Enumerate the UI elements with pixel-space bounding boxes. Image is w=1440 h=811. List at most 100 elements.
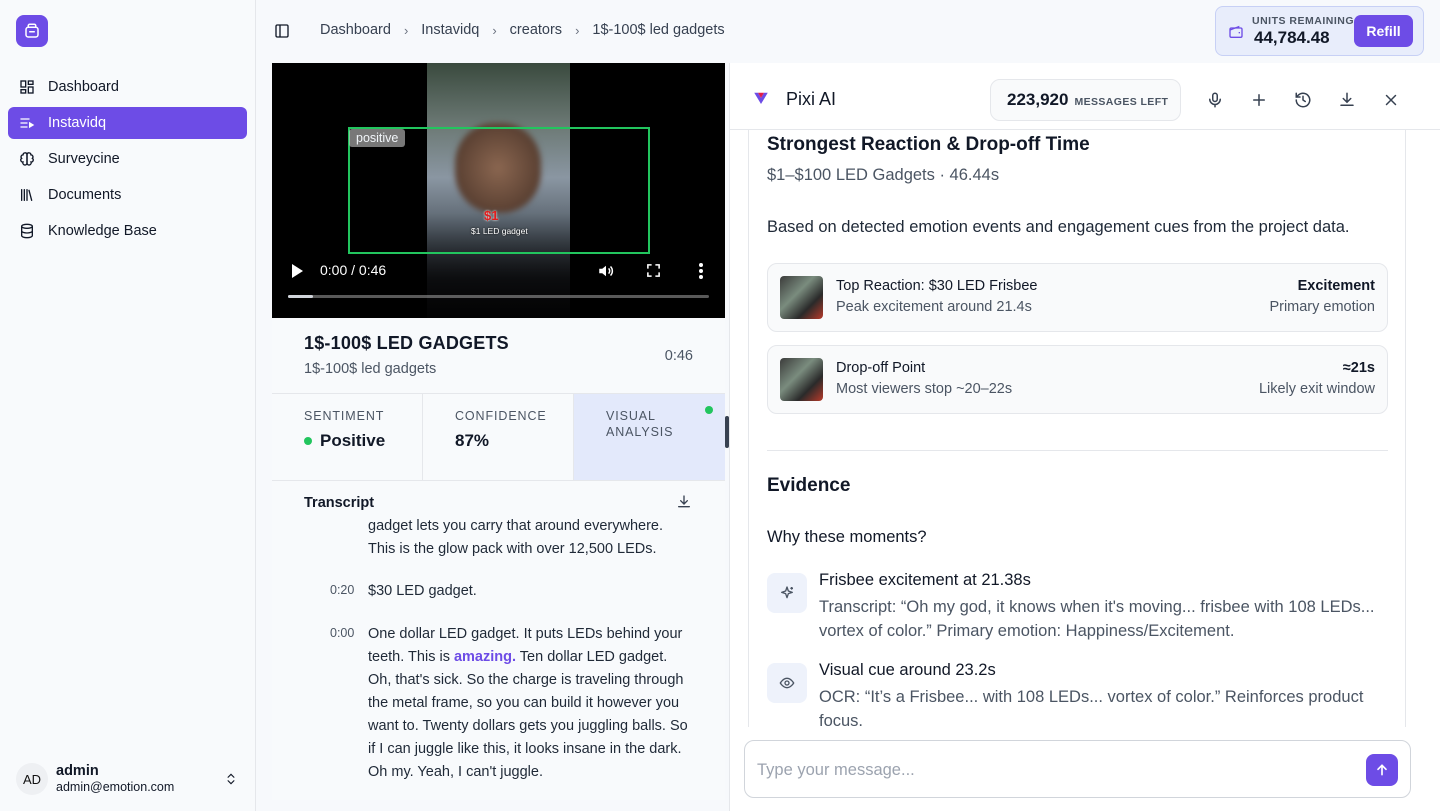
sentiment-value: Positive [320, 431, 386, 450]
sidebar-toggle-icon[interactable] [274, 23, 290, 44]
evidence-text: Transcript: “Oh my god, it knows when it… [819, 598, 1375, 640]
send-button[interactable] [1366, 754, 1398, 786]
download-icon[interactable] [676, 494, 692, 515]
response-heading: Strongest Reaction & Drop-off Time [767, 134, 1090, 155]
app-logo[interactable] [16, 15, 48, 47]
video-progress-fill [288, 295, 314, 298]
card-subtitle: Peak excitement around 21.4s [836, 299, 1032, 315]
transcript-list: gadget lets you carry that around everyw… [272, 519, 725, 800]
breadcrumb: Dashboard › Instavidq › creators › 1$-10… [320, 22, 725, 38]
stat-label: CONFIDENCE [455, 409, 547, 423]
response-subheading: $1–$100 LED Gadgets · 46.44s [767, 166, 1000, 184]
list-video-icon [19, 115, 35, 131]
sidebar-item-label: Knowledge Base [48, 223, 157, 239]
video-player[interactable]: $1 $1 LED gadget positive 0:00 / 0:46 [272, 63, 725, 318]
breadcrumb-item[interactable]: creators [510, 22, 562, 38]
confidence-value: 87% [455, 431, 490, 450]
chevron-right-icon: › [492, 22, 497, 38]
pixi-header: Pixi AI 223,920 MESSAGES LEFT [730, 63, 1440, 130]
chevron-right-icon: › [575, 22, 580, 38]
library-icon [19, 187, 35, 203]
avatar: AD [16, 763, 48, 795]
messages-left-badge: 223,920 MESSAGES LEFT [990, 79, 1181, 121]
card-right-subtitle: Primary emotion [1269, 299, 1375, 315]
volume-icon[interactable] [597, 262, 615, 285]
insight-card[interactable]: Drop-off Point Most viewers stop ~20–22s… [767, 345, 1388, 414]
play-icon[interactable] [290, 263, 304, 284]
stats-row: SENTIMENT Positive CONFIDENCE 87% VISUAL… [272, 393, 725, 481]
more-vertical-icon[interactable] [698, 262, 704, 285]
download-icon[interactable] [1338, 91, 1356, 114]
pixi-title: Pixi AI [786, 89, 837, 109]
microphone-icon[interactable] [1206, 91, 1224, 114]
stat-label: SENTIMENT [304, 409, 385, 423]
fullscreen-icon[interactable] [646, 263, 661, 283]
transcript-time[interactable]: 0:00 [330, 626, 354, 640]
visual-analysis-tab[interactable]: VISUAL ANALYSIS [574, 394, 725, 480]
video-time: 0:00 / 0:46 [320, 262, 387, 278]
transcript-text: $30 LED gadget. [368, 583, 477, 599]
sidebar-nav: Dashboard Instavidq Surveycine Documents… [8, 71, 247, 251]
messages-left-label: MESSAGES LEFT [1074, 96, 1169, 108]
sidebar-item-instavidq[interactable]: Instavidq [8, 107, 247, 139]
insight-card[interactable]: Top Reaction: $30 LED Frisbee Peak excit… [767, 263, 1388, 332]
pixi-response: Strongest Reaction & Drop-off Time $1–$1… [748, 130, 1406, 727]
video-duration: 0:46 [664, 348, 693, 364]
close-icon[interactable] [1382, 91, 1400, 114]
evidence-text: OCR: “It’s a Frisbee... with 108 LEDs...… [819, 688, 1364, 727]
card-subtitle: Most viewers stop ~20–22s [836, 381, 1013, 397]
chat-input[interactable] [757, 758, 1347, 782]
video-thumbnail [780, 358, 823, 401]
emotion-highlight[interactable]: amazing. [454, 649, 516, 665]
sidebar-item-dashboard[interactable]: Dashboard [8, 71, 247, 103]
sidebar-item-label: Surveycine [48, 151, 120, 167]
sidebar-item-knowledge-base[interactable]: Knowledge Base [8, 215, 247, 247]
evidence-title: Frisbee excitement at 21.38s [819, 571, 1031, 589]
status-dot [705, 406, 713, 414]
card-right-title: Excitement [1297, 278, 1375, 294]
video-detail-panel: $1 $1 LED gadget positive 0:00 / 0:46 1$… [272, 63, 725, 800]
breadcrumb-item[interactable]: Dashboard [320, 22, 391, 38]
chevron-right-icon: › [403, 22, 409, 38]
sidebar-item-label: Instavidq [48, 115, 107, 131]
detection-tag: positive [349, 129, 406, 147]
history-icon[interactable] [1294, 91, 1312, 114]
refill-button[interactable]: Refill [1354, 15, 1413, 47]
video-subtitle: 1$-100$ led gadgets [304, 361, 437, 377]
transcript-time[interactable]: 0:20 [330, 583, 354, 597]
sentiment-stat: SENTIMENT Positive [272, 394, 423, 480]
database-icon [19, 223, 35, 239]
transcript-text-part: Ten dollar LED gadget. Oh, that's sick. … [368, 649, 688, 780]
sparkles-icon [767, 573, 807, 613]
sidebar-item-documents[interactable]: Documents [8, 179, 247, 211]
pixi-ai-panel: Pixi AI 223,920 MESSAGES LEFT Strongest … [729, 63, 1440, 811]
units-value: 44,784.48 [1254, 28, 1330, 47]
pixi-logo-icon [752, 89, 770, 112]
messages-left-value: 223,920 [1007, 90, 1069, 109]
sidebar-item-surveycine[interactable]: Surveycine [8, 143, 247, 175]
card-right-subtitle: Likely exit window [1258, 381, 1375, 397]
plus-icon[interactable] [1250, 91, 1268, 114]
user-email: admin@emotion.com [56, 780, 175, 795]
video-progress-bar[interactable] [288, 295, 709, 298]
status-dot [304, 437, 312, 445]
breadcrumb-current: 1$-100$ led gadgets [592, 22, 725, 38]
user-menu[interactable]: AD admin admin@emotion.com [16, 761, 244, 797]
chevrons-up-down-icon [224, 771, 238, 792]
top-bar: Dashboard › Instavidq › creators › 1$-10… [256, 0, 1440, 62]
user-name: admin [56, 762, 99, 779]
confidence-stat: CONFIDENCE 87% [423, 394, 574, 480]
response-paragraph: Based on detected emotion events and eng… [767, 218, 1350, 236]
brain-icon [19, 151, 35, 167]
eye-icon [767, 663, 807, 703]
units-remaining: UNITS REMAINING 44,784.48 Refill [1215, 6, 1424, 56]
sidebar-item-label: Dashboard [48, 79, 119, 95]
card-title: Drop-off Point [836, 360, 926, 376]
evidence-heading: Evidence [767, 475, 851, 496]
units-label: UNITS REMAINING [1252, 15, 1354, 27]
dashboard-icon [19, 79, 35, 95]
divider [767, 450, 1388, 451]
stat-label: ANALYSIS [606, 425, 674, 439]
video-thumbnail [780, 276, 823, 319]
breadcrumb-item[interactable]: Instavidq [421, 22, 479, 38]
